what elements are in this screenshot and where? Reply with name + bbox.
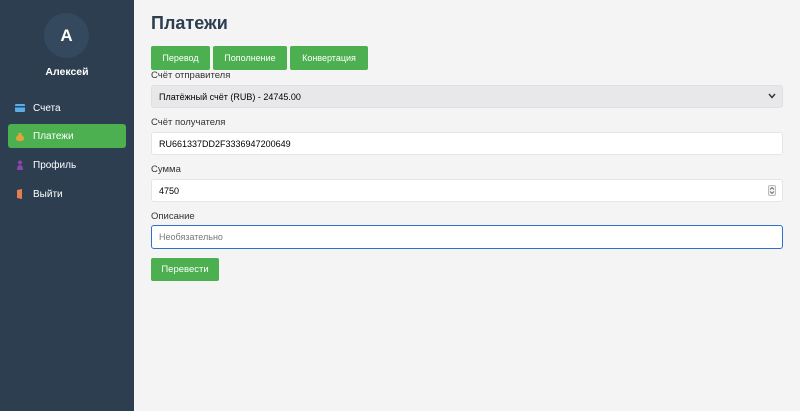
money-bag-icon <box>15 131 25 141</box>
sender-account-select[interactable]: Платёжный счёт (RUB) - 24745.00 <box>151 85 783 108</box>
tab-topup[interactable]: Пополнение <box>213 46 287 70</box>
submit-transfer-button[interactable]: Перевести <box>151 258 219 281</box>
number-stepper-icon[interactable] <box>768 185 776 196</box>
sidebar-item-logout[interactable]: Выйти <box>8 182 126 206</box>
amount-label: Сумма <box>151 164 181 175</box>
sidebar-item-label: Счета <box>33 102 61 114</box>
person-icon <box>15 160 25 170</box>
user-name: Алексей <box>45 66 89 78</box>
tab-conversion[interactable]: Конвертация <box>290 46 368 70</box>
sidebar-item-label: Платежи <box>33 130 74 142</box>
chevron-down-icon <box>768 92 776 101</box>
amount-input[interactable]: 4750 <box>151 179 783 202</box>
tab-transfer[interactable]: Перевод <box>151 46 210 70</box>
recipient-account-input[interactable]: RU661337DD2F3336947200649 <box>151 132 783 155</box>
sidebar-item-profile[interactable]: Профиль <box>8 153 126 177</box>
description-placeholder: Необязательно <box>159 232 223 242</box>
page-title: Платежи <box>151 13 228 33</box>
recipient-account-label: Счёт получателя <box>151 117 226 128</box>
sender-account-label: Счёт отправителя <box>151 70 231 81</box>
main-content: Платежи Перевод Пополнение Конвертация С… <box>134 0 800 411</box>
credit-card-icon <box>15 103 25 113</box>
amount-value: 4750 <box>159 185 180 196</box>
door-icon <box>15 189 25 199</box>
sidebar-item-payments[interactable]: Платежи <box>8 124 126 148</box>
sidebar-item-label: Профиль <box>33 159 77 171</box>
sidebar-item-label: Выйти <box>33 188 63 200</box>
description-input[interactable]: Необязательно <box>151 225 783 249</box>
sidebar-item-accounts[interactable]: Счета <box>8 96 126 120</box>
sidebar: A Алексей Счета Платежи Профиль Выйти <box>0 0 134 411</box>
avatar: A <box>44 13 89 58</box>
sender-account-value: Платёжный счёт (RUB) - 24745.00 <box>159 91 301 102</box>
description-label: Описание <box>151 211 195 222</box>
recipient-account-value: RU661337DD2F3336947200649 <box>159 138 291 149</box>
avatar-letter: A <box>60 25 73 45</box>
